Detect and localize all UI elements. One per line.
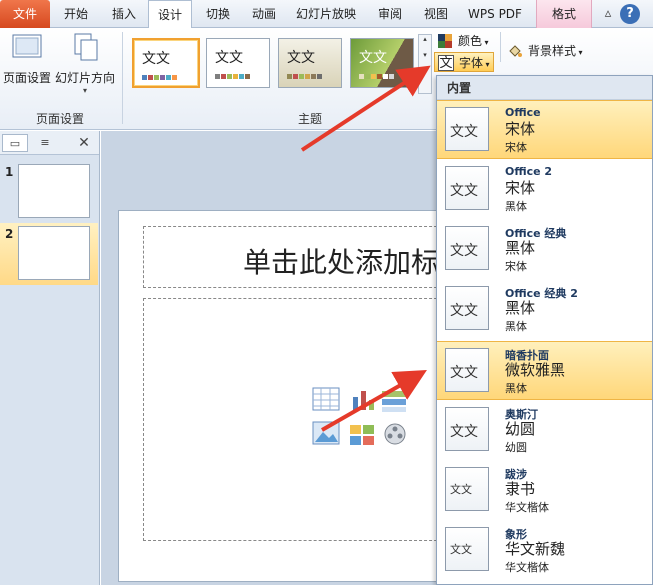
heading-font: 黑体 [505, 239, 536, 257]
group-label-themes: 主题 [297, 112, 322, 126]
slide-number: 2 [5, 227, 14, 241]
fonts-label: 字体 [459, 56, 484, 70]
tab-home[interactable]: 开始 [54, 0, 98, 28]
outline-tab-icon[interactable]: ≡ [30, 134, 60, 152]
tab-slideshow[interactable]: 幻灯片放映 [288, 0, 364, 28]
tab-review[interactable]: 审阅 [368, 0, 412, 28]
insert-table-icon[interactable] [312, 387, 340, 411]
page-setup-button[interactable]: 页面设置 [2, 32, 52, 86]
font-preview-thumb: 文文 [445, 226, 489, 270]
font-option-office-2[interactable]: 文文 Office 2 宋体 黑体 [437, 160, 652, 219]
font-option-pictograph[interactable]: 文文 象形 华文新魏 华文楷体 [437, 521, 652, 580]
font-preview-thumb: 文文 [445, 166, 489, 210]
body-font: 华文楷体 [505, 561, 549, 574]
body-font: 黑体 [505, 320, 527, 333]
font-option-anxiang[interactable]: 文文 暗香扑面 微软雅黑 黑体 [437, 341, 652, 400]
group-separator [500, 32, 501, 62]
font-preview-thumb: 文文 [445, 107, 489, 151]
theme-thumb-office[interactable]: 文文 [132, 38, 200, 88]
tab-format[interactable]: 格式 [536, 0, 592, 28]
title-placeholder-text: 单击此处添加标 [243, 246, 440, 279]
theme-thumb-2[interactable]: 文文 [206, 38, 270, 88]
font-icon: 文 [438, 55, 454, 71]
insert-media-icon[interactable] [382, 421, 410, 445]
theme-gallery-scroll[interactable]: ▴ ▾ ▿ [418, 34, 432, 94]
tab-animations[interactable]: 动画 [242, 0, 286, 28]
slide-number: 1 [5, 165, 14, 179]
insert-clipart-icon[interactable] [348, 423, 376, 447]
font-option-austin[interactable]: 文文 奥斯汀 幼圆 幼圆 [437, 401, 652, 460]
close-icon[interactable]: ✕ [74, 134, 94, 152]
insert-chart-icon[interactable] [350, 387, 378, 411]
font-option-office-classic-2[interactable]: 文文 Office 经典 2 黑体 黑体 [437, 280, 652, 339]
heading-font: 幼圆 [505, 420, 536, 438]
body-font: 华文楷体 [505, 501, 549, 514]
theme-sample-text: 文文 [215, 50, 243, 66]
ribbon-tab-bar: 文件 开始 插入 设计 切换 动画 幻灯片放映 审阅 视图 WPS PDF 格式… [0, 0, 653, 29]
background-style-button[interactable]: 背景样式 ▾ [504, 41, 594, 61]
tab-view[interactable]: 视图 [414, 0, 458, 28]
body-font: 宋体 [505, 260, 527, 273]
slide-thumb-image [18, 164, 90, 218]
font-preview-thumb: 文文 [445, 467, 489, 511]
orientation-icon [74, 33, 98, 61]
font-preview-thumb: 文文 [445, 407, 489, 451]
font-theme-dropdown: 内置 文文 Office 宋体 宋体 文文 Office 2 宋体 黑体 文文 … [436, 75, 653, 585]
page-setup-icon [12, 34, 42, 58]
tab-design[interactable]: 设计 [148, 0, 192, 29]
tab-wps-pdf[interactable]: WPS PDF [462, 0, 528, 28]
tab-file[interactable]: 文件 [0, 0, 50, 28]
heading-font: 宋体 [505, 120, 536, 138]
help-icon[interactable]: ? [620, 4, 640, 24]
tab-insert[interactable]: 插入 [102, 0, 146, 28]
group-separator [122, 32, 123, 124]
font-preview-thumb: 文文 [445, 286, 489, 330]
colors-label: 颜色 [458, 34, 483, 48]
paint-bucket-icon [509, 45, 522, 57]
orientation-label: 幻灯片方向 [54, 71, 115, 85]
theme-thumb-3[interactable]: 文文 [278, 38, 342, 88]
body-font: 黑体 [505, 200, 527, 213]
insert-picture-icon[interactable] [312, 421, 340, 445]
slide-thumbnail-1[interactable]: 1 [0, 161, 98, 223]
font-preview-thumb: 文文 [445, 348, 489, 392]
body-font: 幼圆 [505, 441, 527, 454]
theme-sample-text: 文文 [142, 51, 170, 67]
font-option-trek[interactable]: 文文 跋涉 隶书 华文楷体 [437, 461, 652, 520]
collapse-ribbon-icon[interactable]: ▵ [598, 4, 618, 24]
slides-tab-icon[interactable]: ▭ [2, 134, 28, 152]
heading-font: 华文新魏 [505, 540, 566, 558]
heading-font: 微软雅黑 [505, 361, 566, 379]
dropdown-arrow-icon: ▾ [82, 86, 87, 95]
font-option-office-classic[interactable]: 文文 Office 经典 黑体 宋体 [437, 220, 652, 279]
body-font: 黑体 [505, 382, 527, 395]
body-font: 宋体 [505, 141, 527, 154]
font-preview-thumb: 文文 [445, 527, 489, 571]
insert-smartart-icon[interactable] [380, 389, 408, 413]
background-style-label: 背景样式 [528, 44, 577, 58]
tab-transitions[interactable]: 切换 [196, 0, 240, 28]
palette-icon [438, 34, 452, 48]
page-setup-label: 页面设置 [2, 71, 51, 85]
group-label-page-setup: 页面设置 [35, 112, 84, 126]
slide-orientation-button[interactable]: 幻灯片方向 ▾ [54, 32, 116, 95]
theme-sample-text: 文文 [287, 50, 315, 66]
theme-thumb-4[interactable]: 文文 [350, 38, 414, 88]
dropdown-header: 内置 [437, 76, 652, 100]
theme-sample-text: 文文 [359, 50, 387, 66]
heading-font: 黑体 [505, 299, 536, 317]
heading-font: 隶书 [505, 480, 536, 498]
slides-panel: ▭ ≡ ✕ 1 2 [0, 131, 100, 585]
heading-font: 宋体 [505, 179, 536, 197]
font-option-office[interactable]: 文文 Office 宋体 宋体 [437, 100, 652, 159]
fonts-button[interactable]: 文 字体 ▾ [434, 52, 494, 72]
colors-button[interactable]: 颜色 ▾ [434, 31, 498, 51]
slide-thumbnail-2[interactable]: 2 [0, 223, 98, 285]
slides-panel-tabs: ▭ ≡ ✕ [0, 131, 99, 155]
slide-thumb-image [18, 226, 90, 280]
